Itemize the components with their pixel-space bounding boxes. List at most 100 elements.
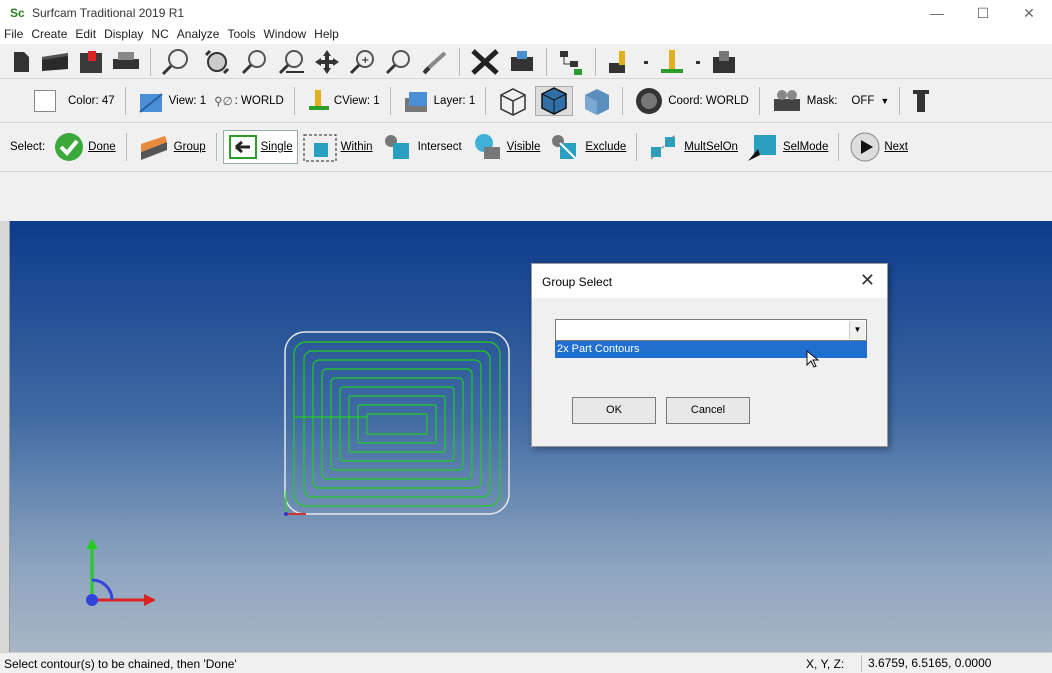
intersect-label: Intersect <box>417 141 462 153</box>
intersect-button[interactable]: Intersect <box>377 130 466 164</box>
exclude-button[interactable]: Exclude <box>544 130 630 164</box>
new-file-icon[interactable] <box>9 47 33 77</box>
menu-create[interactable]: Create <box>27 26 71 42</box>
close-button[interactable]: ✕ <box>1006 0 1052 26</box>
color-swatch[interactable] <box>34 89 56 112</box>
minimize-button[interactable]: — <box>914 0 960 26</box>
dropdown-small-icon-2[interactable] <box>693 47 703 77</box>
done-button[interactable]: Done <box>49 130 120 164</box>
globe-icon <box>636 87 663 114</box>
color-button[interactable]: Color: 47 <box>64 84 119 118</box>
separator <box>485 86 487 115</box>
checkmark-icon <box>55 133 84 161</box>
menu-analyze[interactable]: Analyze <box>173 26 224 42</box>
coord-button[interactable]: Coord: WORLD <box>629 84 753 118</box>
tool-axis-icon[interactable] <box>657 47 687 77</box>
menu-tools[interactable]: Tools <box>223 26 259 42</box>
open-file-icon[interactable] <box>39 47 71 77</box>
separator <box>758 86 760 115</box>
group-icon <box>140 136 167 160</box>
close-icon[interactable]: ✕ <box>860 270 875 291</box>
selmode-button[interactable]: SelMode <box>742 130 832 164</box>
visible-label: Visible <box>506 141 541 153</box>
zoom-out-icon[interactable] <box>384 47 414 77</box>
separator <box>389 86 391 115</box>
dialog-header: Group Select ✕ <box>532 264 887 298</box>
blank-icon[interactable] <box>507 47 537 77</box>
ok-button[interactable]: OK <box>572 397 656 424</box>
mouse-cursor-icon <box>806 349 820 368</box>
menu-display[interactable]: Display <box>100 26 147 42</box>
menu-edit[interactable]: Edit <box>71 26 100 42</box>
mask-dropdown[interactable]: OFF ▼ <box>847 84 893 118</box>
exclude-label: Exclude <box>585 141 627 153</box>
group-button[interactable]: Group <box>133 130 210 164</box>
coord-readout-value: 3.6759, 6.5165, 0.0000 <box>861 655 1052 672</box>
view-icon <box>139 92 163 113</box>
tool-holder-icon[interactable] <box>909 86 930 116</box>
single-button[interactable]: Single <box>222 130 298 164</box>
next-label: Next <box>884 141 908 153</box>
chevron-down-icon: ▼ <box>880 95 890 106</box>
status-message: Select contour(s) to be chained, then 'D… <box>4 657 237 671</box>
menu-nc[interactable]: NC <box>147 26 172 42</box>
mask-icon <box>773 89 800 111</box>
separator <box>622 86 624 115</box>
cancel-button[interactable]: Cancel <box>666 397 750 424</box>
next-button[interactable]: Next <box>845 130 912 164</box>
zoom-window-icon[interactable] <box>160 47 194 77</box>
menu-help[interactable]: Help <box>310 26 343 42</box>
menu-bar: File Create Edit Display NC Analyze Tools Windo… <box>0 26 1052 44</box>
svg-text:+: + <box>361 55 369 66</box>
shaded-icon[interactable] <box>579 86 613 116</box>
group-select-dialog: Group Select ✕ ▼ 2x Part Contours OK Can… <box>531 263 888 447</box>
mask-button[interactable]: Mask: <box>766 84 842 118</box>
menu-window[interactable]: Window <box>259 26 310 42</box>
print-icon[interactable] <box>111 47 141 77</box>
tree-icon[interactable] <box>556 47 586 77</box>
zoom-in-icon[interactable]: + <box>348 47 378 77</box>
shaded-edges-icon[interactable] <box>535 85 574 116</box>
mask-value: OFF <box>851 94 875 107</box>
view-button[interactable]: View: 1 <box>132 84 211 118</box>
visible-button[interactable]: Visible <box>466 130 545 164</box>
part-boundary[interactable] <box>284 331 510 515</box>
wireframe-icon[interactable] <box>495 86 529 116</box>
delete-icon[interactable] <box>469 47 501 77</box>
group-combo-box[interactable]: ▼ <box>555 319 867 341</box>
multselon-button[interactable]: MultSelOn <box>643 130 742 164</box>
layer-label: Layer: 1 <box>433 94 476 107</box>
chevron-down-icon[interactable]: ▼ <box>849 321 865 339</box>
select-toolbar: Select: Done Group Single Within Interse… <box>0 123 1052 172</box>
visible-icon <box>474 134 500 159</box>
fixture-icon[interactable] <box>709 47 739 77</box>
tool-insert-icon[interactable] <box>605 47 635 77</box>
window-title: Surfcam Traditional 2019 R1 <box>32 6 185 20</box>
dialog-title: Group Select <box>542 275 613 289</box>
maximize-button[interactable]: ☐ <box>960 0 1006 26</box>
viewport-side-panel[interactable] <box>0 221 10 652</box>
cview-button[interactable]: CView: 1 <box>301 84 384 118</box>
group-label: Group <box>173 141 206 153</box>
selmode-label: SelMode <box>782 141 829 153</box>
link-icon: ⚲∅ <box>214 95 233 108</box>
pan-icon[interactable] <box>312 47 342 77</box>
cview-label: CView: 1 <box>333 94 380 107</box>
dropdown-small-icon[interactable] <box>641 47 651 77</box>
layer-button[interactable]: Layer: 1 <box>397 84 480 118</box>
coordsys-button[interactable]: ⚲∅ : WORLD <box>210 84 288 118</box>
save-file-icon[interactable] <box>77 47 105 77</box>
zoom-all-icon[interactable] <box>276 47 306 77</box>
separator <box>125 133 127 161</box>
cview-icon <box>308 89 329 110</box>
rotate-view-icon[interactable] <box>200 47 234 77</box>
zoom-previous-icon[interactable] <box>240 47 270 77</box>
redraw-icon[interactable] <box>420 47 450 77</box>
within-button[interactable]: Within <box>298 130 377 164</box>
menu-file[interactable]: File <box>0 26 27 42</box>
coordsys-label: : WORLD <box>234 94 284 107</box>
exclude-icon <box>552 135 578 160</box>
coord-label: Coord: WORLD <box>668 94 749 107</box>
part-contours[interactable] <box>293 341 501 507</box>
separator <box>124 86 126 115</box>
